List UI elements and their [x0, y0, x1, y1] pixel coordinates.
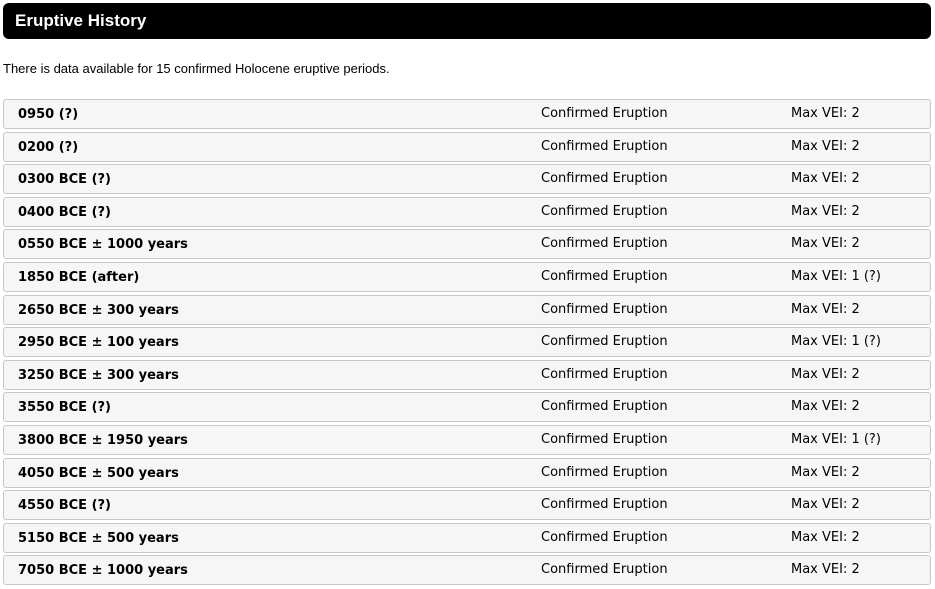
- eruption-date: 0300 BCE (?): [18, 172, 111, 188]
- eruption-row[interactable]: 0400 BCE (?) Confirmed Eruption Max VEI:…: [3, 196, 931, 227]
- eruption-vei: Max VEI: 2: [791, 366, 860, 382]
- eruption-type: Confirmed Eruption: [541, 431, 668, 447]
- eruption-type: Confirmed Eruption: [541, 236, 668, 252]
- eruption-row[interactable]: 2650 BCE ± 300 years Confirmed Eruption …: [3, 294, 931, 325]
- eruption-list: 0950 (?) Confirmed Eruption Max VEI: 2 0…: [3, 99, 931, 588]
- eruption-type: Confirmed Eruption: [541, 106, 668, 121]
- eruption-row[interactable]: 2950 BCE ± 100 years Confirmed Eruption …: [3, 327, 931, 358]
- eruption-type: Confirmed Eruption: [541, 562, 668, 578]
- eruption-vei: Max VEI: 2: [791, 301, 860, 317]
- eruption-vei: Max VEI: 2: [791, 236, 860, 252]
- eruption-date: 2650 BCE ± 300 years: [18, 302, 179, 318]
- eruption-type: Confirmed Eruption: [541, 399, 668, 415]
- eruption-date: 0550 BCE ± 1000 years: [18, 237, 188, 253]
- eruption-type: Confirmed Eruption: [541, 366, 668, 382]
- eruption-date: 5150 BCE ± 500 years: [18, 530, 179, 546]
- eruption-date: 3800 BCE ± 1950 years: [18, 432, 188, 448]
- section-title: Eruptive History: [15, 11, 147, 30]
- eruption-row[interactable]: 7050 BCE ± 1000 years Confirmed Eruption…: [3, 555, 931, 586]
- eruption-vei: Max VEI: 2: [791, 497, 860, 513]
- eruption-vei: Max VEI: 1 (?): [791, 334, 881, 350]
- eruption-row[interactable]: 0300 BCE (?) Confirmed Eruption Max VEI:…: [3, 164, 931, 195]
- eruption-type: Confirmed Eruption: [541, 138, 668, 154]
- eruption-type: Confirmed Eruption: [541, 301, 668, 317]
- eruption-date: 0200 (?): [18, 139, 79, 155]
- eruption-vei: Max VEI: 2: [791, 399, 860, 415]
- eruption-vei: Max VEI: 2: [791, 171, 860, 187]
- eruption-vei: Max VEI: 2: [791, 106, 860, 121]
- eruption-date: 4550 BCE (?): [18, 498, 111, 514]
- eruption-date: 3550 BCE (?): [18, 400, 111, 416]
- eruption-vei: Max VEI: 2: [791, 464, 860, 480]
- eruption-date: 7050 BCE ± 1000 years: [18, 563, 188, 579]
- eruption-type: Confirmed Eruption: [541, 464, 668, 480]
- eruption-row[interactable]: 4050 BCE ± 500 years Confirmed Eruption …: [3, 457, 931, 488]
- eruption-type: Confirmed Eruption: [541, 268, 668, 284]
- eruption-type: Confirmed Eruption: [541, 171, 668, 187]
- eruption-type: Confirmed Eruption: [541, 497, 668, 513]
- eruption-vei: Max VEI: 2: [791, 203, 860, 219]
- eruption-date: 4050 BCE ± 500 years: [18, 465, 179, 481]
- intro-text: There is data available for 15 confirmed…: [3, 61, 390, 76]
- eruption-date: 3250 BCE ± 300 years: [18, 367, 179, 383]
- eruption-vei: Max VEI: 2: [791, 529, 860, 545]
- eruption-date: 0400 BCE (?): [18, 204, 111, 220]
- eruption-date: 1850 BCE (after): [18, 269, 140, 285]
- eruption-row[interactable]: 0950 (?) Confirmed Eruption Max VEI: 2: [3, 99, 931, 129]
- eruption-date: 2950 BCE ± 100 years: [18, 335, 179, 351]
- eruption-row[interactable]: 0550 BCE ± 1000 years Confirmed Eruption…: [3, 229, 931, 260]
- section-header: Eruptive History: [3, 3, 931, 39]
- eruption-vei: Max VEI: 1 (?): [791, 431, 881, 447]
- eruption-row[interactable]: 5150 BCE ± 500 years Confirmed Eruption …: [3, 522, 931, 553]
- eruption-type: Confirmed Eruption: [541, 334, 668, 350]
- eruption-row[interactable]: 3250 BCE ± 300 years Confirmed Eruption …: [3, 359, 931, 390]
- eruption-type: Confirmed Eruption: [541, 203, 668, 219]
- eruption-row[interactable]: 3800 BCE ± 1950 years Confirmed Eruption…: [3, 424, 931, 455]
- eruption-row[interactable]: 0200 (?) Confirmed Eruption Max VEI: 2: [3, 131, 931, 162]
- eruption-date: 0950 (?): [18, 107, 79, 122]
- eruption-row[interactable]: 1850 BCE (after) Confirmed Eruption Max …: [3, 261, 931, 292]
- eruption-vei: Max VEI: 2: [791, 138, 860, 154]
- eruption-row[interactable]: 3550 BCE (?) Confirmed Eruption Max VEI:…: [3, 392, 931, 423]
- eruption-type: Confirmed Eruption: [541, 529, 668, 545]
- eruption-row[interactable]: 4550 BCE (?) Confirmed Eruption Max VEI:…: [3, 490, 931, 521]
- eruption-vei: Max VEI: 2: [791, 562, 860, 578]
- eruption-vei: Max VEI: 1 (?): [791, 268, 881, 284]
